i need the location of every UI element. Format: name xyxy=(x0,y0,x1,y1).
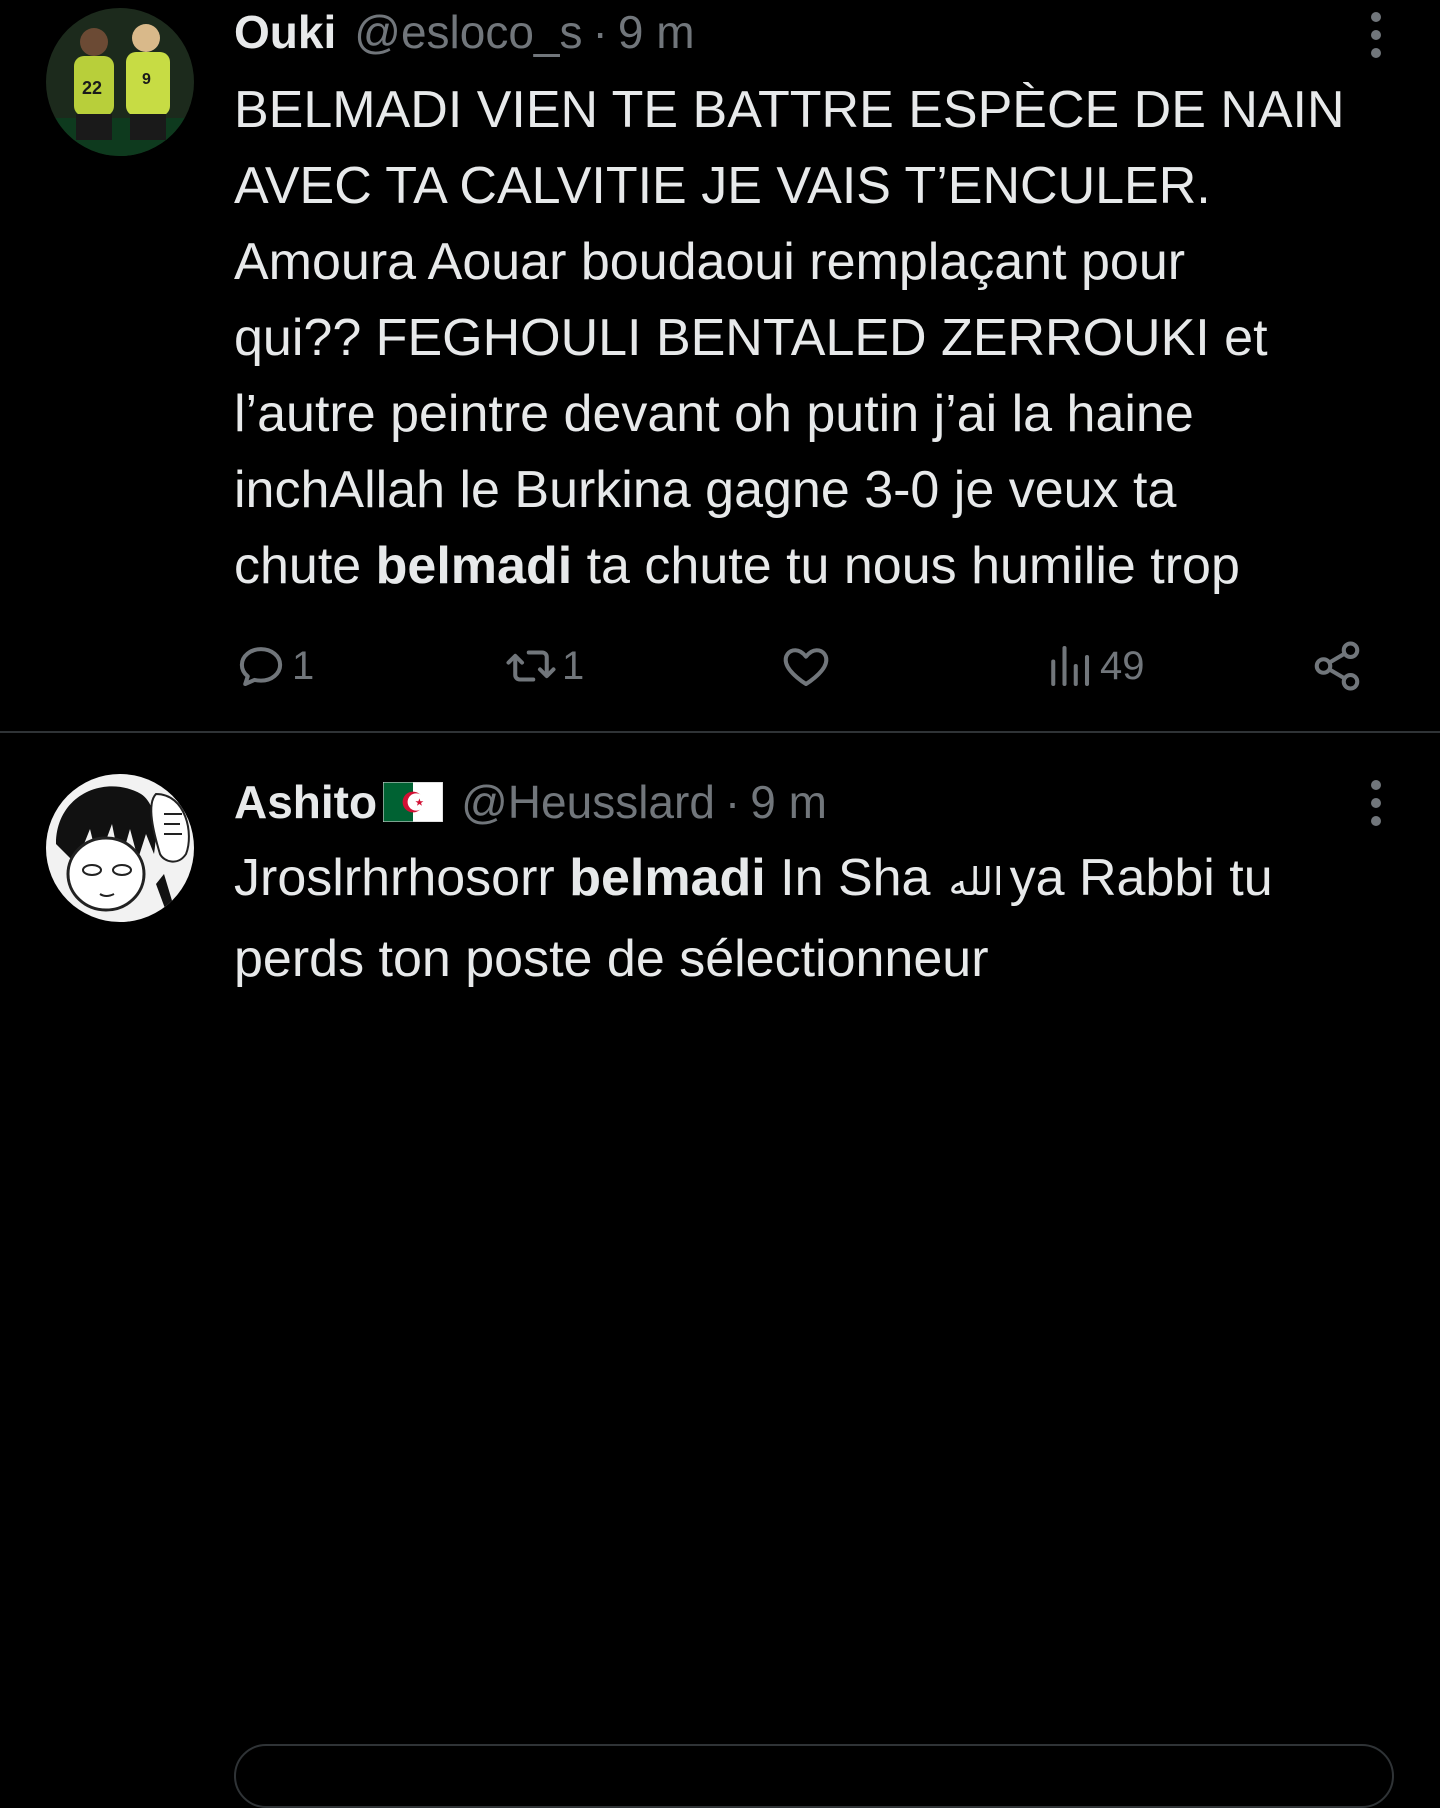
heart-icon xyxy=(783,648,829,687)
tweet-ashito[interactable]: Ashito @Heusslard · 9 m Jroslrhrhosorr b… xyxy=(0,734,1440,1808)
highlighted-keyword: belmadi xyxy=(569,849,766,907)
tweet-text-line: Jroslrhrhosorr belmadi In Sha الله ya Rabb… xyxy=(234,840,1414,921)
tweet-header: Ashito @Heusslard · 9 m xyxy=(234,774,827,830)
svg-text:22: 22 xyxy=(82,78,102,98)
tweet-text-line: perds ton poste de sélectionneur xyxy=(234,930,989,988)
tweet-text: BELMADI VIEN TE BATTRE ESPÈCE DE NAIN AV… xyxy=(234,72,1414,604)
retweet-icon xyxy=(506,650,556,682)
text-segment: Jroslrhrhosorr xyxy=(234,849,570,907)
tweet-text-line: qui?? FEGHOULI BENTALED ZERROUKI et xyxy=(234,309,1268,367)
tweet-actions: 1 1 49 xyxy=(234,636,1364,696)
text-segment: ta chute tu nous humilie trop xyxy=(572,537,1240,595)
svg-text:9: 9 xyxy=(142,71,151,88)
algeria-flag-icon xyxy=(383,782,444,822)
reply-button[interactable]: 1 xyxy=(234,636,314,696)
reply-input-box[interactable] xyxy=(234,1744,1394,1808)
tweet-divider xyxy=(0,731,1440,733)
share-button[interactable] xyxy=(1310,636,1364,696)
avatar[interactable]: 22 9 xyxy=(46,8,194,156)
more-options-icon[interactable] xyxy=(1370,12,1382,60)
share-icon xyxy=(1314,641,1360,691)
like-button[interactable] xyxy=(779,636,837,696)
separator-dot: · xyxy=(592,6,608,58)
football-players-avatar-icon: 22 9 xyxy=(46,8,194,156)
display-name[interactable]: Ouki xyxy=(234,5,336,59)
timestamp[interactable]: 9 m xyxy=(750,775,827,829)
more-options-icon[interactable] xyxy=(1370,780,1382,828)
user-handle[interactable]: @Heusslard xyxy=(461,775,715,829)
avatar[interactable] xyxy=(46,774,194,922)
tweet-text-line: chute belmadi ta chute tu nous humilie t… xyxy=(234,528,1414,604)
tweet-text-line: inchAllah le Burkina gagne 3-0 je veux t… xyxy=(234,461,1177,519)
highlighted-keyword: belmadi xyxy=(375,537,573,595)
arabic-text: الله xyxy=(948,862,1004,904)
reply-count: 1 xyxy=(292,643,315,688)
text-segment: chute xyxy=(234,537,376,595)
text-segment: In Sha xyxy=(765,849,931,907)
tweet-text-line: BELMADI VIEN TE BATTRE ESPÈCE DE NAIN xyxy=(234,81,1345,139)
user-handle[interactable]: @esloco_s xyxy=(354,5,582,59)
tweet-header: Ouki @esloco_s · 9 m xyxy=(234,4,695,60)
timestamp[interactable]: 9 m xyxy=(618,5,695,59)
separator-dot: · xyxy=(724,776,741,828)
views-button[interactable]: 49 xyxy=(1042,636,1145,696)
tweet-text-line: AVEC TA CALVITIE JE VAIS T’ENCULER. xyxy=(234,157,1211,215)
manga-character-avatar-icon xyxy=(46,774,194,922)
tweet-text-line: Amoura Aouar boudaoui remplaçant pour xyxy=(234,233,1186,291)
retweet-count: 1 xyxy=(562,643,585,688)
views-count: 49 xyxy=(1100,643,1145,688)
text-segment: ya Rabbi tu xyxy=(1009,849,1273,907)
tweet-text: Jroslrhrhosorr belmadi In Sha الله ya Rabb… xyxy=(234,840,1414,997)
tweet-text-line: l’autre peintre devant oh putin j’ai la … xyxy=(234,385,1194,443)
retweet-button[interactable]: 1 xyxy=(504,636,584,696)
tweet-ouki[interactable]: 22 9 Ouki @esloco_s · 9 m BELMADI VIEN T… xyxy=(0,0,1440,732)
reply-icon xyxy=(239,647,283,687)
display-name[interactable]: Ashito xyxy=(234,775,377,829)
views-chart-icon xyxy=(1051,645,1090,687)
